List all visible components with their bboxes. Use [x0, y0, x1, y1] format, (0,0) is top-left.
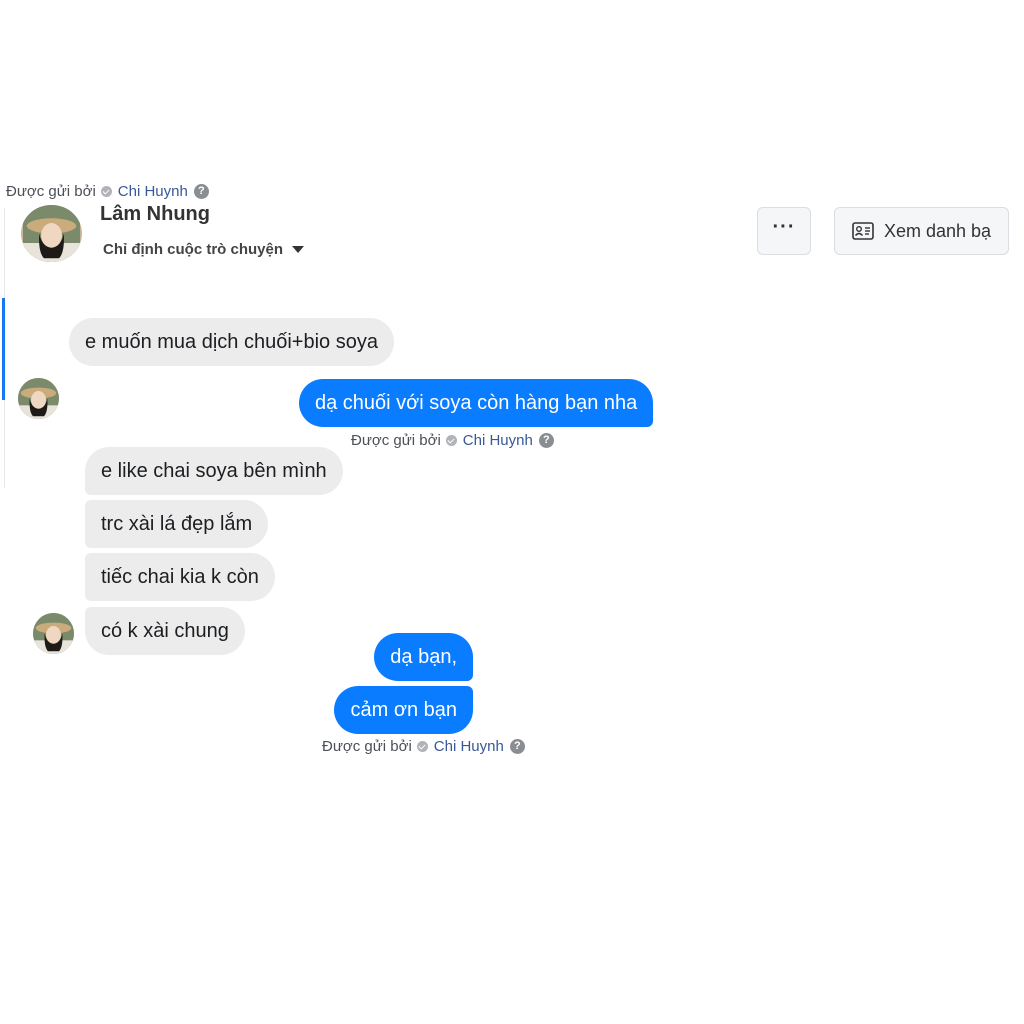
message-incoming[interactable]: trc xài lá đẹp lắm: [85, 500, 269, 548]
sent-by-line: Được gửi bởi Chi Huynh ?: [351, 432, 554, 449]
contact-avatar[interactable]: [21, 205, 82, 262]
help-icon[interactable]: ?: [538, 433, 554, 448]
sent-by-label: Được gửi bởi: [322, 738, 412, 755]
message-incoming[interactable]: tiếc chai kia k còn: [85, 553, 275, 601]
message-outgoing[interactable]: dạ chuối với soya còn hàng bạn nha: [299, 379, 654, 427]
message-outgoing[interactable]: dạ bạn,: [374, 633, 473, 681]
thread-selection-accent: [2, 298, 5, 400]
message-incoming[interactable]: e like chai soya bên mình: [85, 447, 343, 495]
sender-name-link[interactable]: Chi Huynh: [434, 738, 504, 755]
sent-by-label: Được gửi bởi: [6, 183, 96, 200]
view-contacts-label: Xem danh bạ: [883, 220, 992, 241]
help-icon[interactable]: ?: [509, 739, 525, 754]
help-icon[interactable]: ?: [193, 184, 209, 199]
view-contacts-button[interactable]: Xem danh bạ: [834, 207, 1009, 255]
more-dots-icon: ···: [772, 216, 796, 238]
sender-name-link[interactable]: Chi Huynh: [463, 432, 533, 449]
message-incoming[interactable]: có k xài chung: [85, 607, 245, 655]
sent-by-line: Được gửi bởi Chi Huynh ?: [322, 738, 525, 755]
sent-by-label: Được gửi bởi: [351, 432, 441, 449]
more-options-button[interactable]: ···: [757, 207, 811, 255]
contact-avatar-small: [33, 613, 74, 654]
contact-card-icon: [852, 222, 874, 240]
caret-down-icon: [292, 246, 305, 253]
verified-check-icon: [445, 435, 457, 446]
contact-avatar-small: [18, 378, 59, 419]
sender-name-link[interactable]: Chi Huynh: [118, 183, 188, 200]
assign-label: Chỉ định cuộc trò chuyện: [103, 241, 284, 258]
message-outgoing[interactable]: cảm ơn bạn: [334, 686, 473, 734]
verified-check-icon: [416, 741, 428, 752]
message-incoming[interactable]: e muốn mua dịch chuối+bio soya: [69, 318, 394, 366]
sent-by-line-top: Được gửi bởi Chi Huynh ?: [6, 183, 209, 200]
verified-check-icon: [100, 186, 112, 197]
contact-name[interactable]: Lâm Nhung: [100, 203, 210, 226]
assign-conversation-dropdown[interactable]: Chỉ định cuộc trò chuyện: [103, 241, 305, 258]
